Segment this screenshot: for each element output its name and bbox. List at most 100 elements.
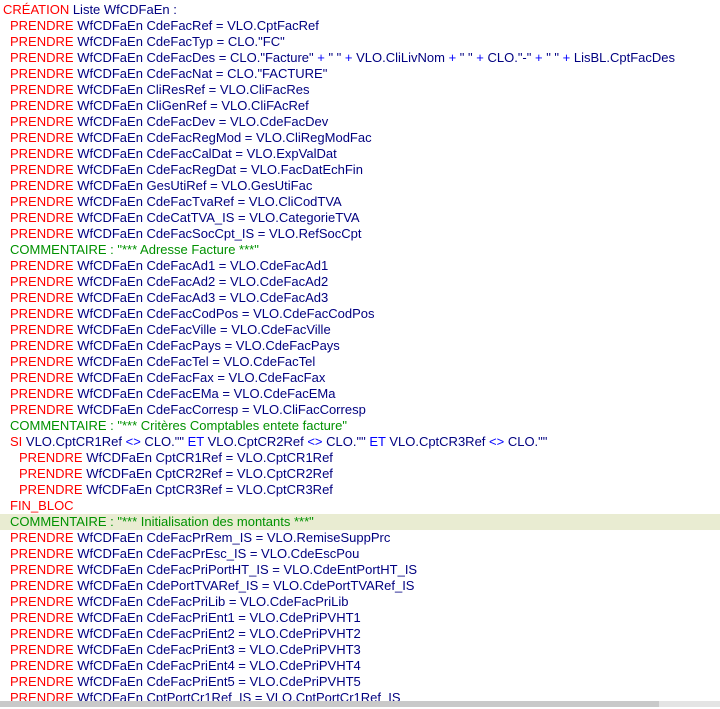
code-line[interactable]: PRENDRE WfCDFaEn CdeFacPriEnt5 = VLO.Cde… <box>0 674 720 690</box>
code-segment-keyword: PRENDRE <box>10 386 74 401</box>
code-line[interactable]: PRENDRE WfCDFaEn CdeFacRegMod = VLO.CliR… <box>0 130 720 146</box>
code-line[interactable]: PRENDRE WfCDFaEn CdeFacTyp = CLO."FC" <box>0 34 720 50</box>
code-segment-keyword: PRENDRE <box>10 626 74 641</box>
code-segment-keyword: PRENDRE <box>10 338 74 353</box>
code-segment-keyword: FIN_BLOC <box>10 498 74 513</box>
code-segment-keyword: PRENDRE <box>10 82 74 97</box>
code-segment-body: WfCDFaEn CdeFacPriLib = VLO.CdeFacPriLib <box>74 594 349 609</box>
code-line[interactable]: PRENDRE WfCDFaEn CdeFacPriEnt4 = VLO.Cde… <box>0 658 720 674</box>
code-line[interactable]: PRENDRE WfCDFaEn CdeCatTVA_IS = VLO.Cate… <box>0 210 720 226</box>
code-line[interactable]: PRENDRE WfCDFaEn CdeFacPrRem_IS = VLO.Re… <box>0 530 720 546</box>
code-segment-keyword: PRENDRE <box>10 354 74 369</box>
code-line[interactable]: PRENDRE WfCDFaEn CdeFacSocCpt_IS = VLO.R… <box>0 226 720 242</box>
code-line[interactable]: PRENDRE WfCDFaEn CdeFacPriLib = VLO.CdeF… <box>0 594 720 610</box>
code-segment-keyword: PRENDRE <box>10 594 74 609</box>
code-segment-operator: <> <box>126 434 141 449</box>
code-segment-body: " " <box>325 50 345 65</box>
code-segment-body: WfCDFaEn CdeFacPriEnt5 = VLO.CdePriPVHT5 <box>74 674 361 689</box>
code-line[interactable]: COMMENTAIRE : "*** Adresse Facture ***" <box>0 242 720 258</box>
code-segment-body: CLO."" <box>504 434 547 449</box>
code-segment-body: WfCDFaEn CdeFacPriPortHT_IS = VLO.CdeEnt… <box>74 562 418 577</box>
code-line[interactable]: PRENDRE WfCDFaEn GesUtiRef = VLO.GesUtiF… <box>0 178 720 194</box>
code-segment-keyword: PRENDRE <box>10 578 74 593</box>
code-line[interactable]: PRENDRE WfCDFaEn CdeFacCodPos = VLO.CdeF… <box>0 306 720 322</box>
code-segment-comment: COMMENTAIRE : "*** Adresse Facture ***" <box>10 242 259 257</box>
code-segment-keyword: PRENDRE <box>10 546 74 561</box>
code-segment-body: WfCDFaEn CdePortTVARef_IS = VLO.CdePortT… <box>74 578 415 593</box>
code-segment-keyword: PRENDRE <box>10 146 74 161</box>
code-segment-keyword: PRENDRE <box>10 258 74 273</box>
code-segment-body: WfCDFaEn CdeFacCodPos = VLO.CdeFacCodPos <box>74 306 375 321</box>
code-segment-body: WfCDFaEn CptCR3Ref = VLO.CptCR3Ref <box>83 482 333 497</box>
code-segment-body: VLO.CptCR1Ref <box>22 434 125 449</box>
code-line[interactable]: PRENDRE WfCDFaEn CdeFacPrEsc_IS = VLO.Cd… <box>0 546 720 562</box>
code-line-selected[interactable]: COMMENTAIRE : "*** Initialisation des mo… <box>0 514 720 530</box>
code-segment-body: WfCDFaEn CptCR2Ref = VLO.CptCR2Ref <box>83 466 333 481</box>
code-line[interactable]: PRENDRE WfCDFaEn CdePortTVARef_IS = VLO.… <box>0 578 720 594</box>
code-segment-keyword: PRENDRE <box>10 66 74 81</box>
code-line[interactable]: PRENDRE WfCDFaEn CdeFacFax = VLO.CdeFacF… <box>0 370 720 386</box>
code-line[interactable]: PRENDRE WfCDFaEn CdeFacTel = VLO.CdeFacT… <box>0 354 720 370</box>
code-line[interactable]: PRENDRE WfCDFaEn CdeFacDev = VLO.CdeFacD… <box>0 114 720 130</box>
code-line[interactable]: PRENDRE WfCDFaEn CliResRef = VLO.CliFacR… <box>0 82 720 98</box>
code-line[interactable]: PRENDRE WfCDFaEn CdeFacPriEnt2 = VLO.Cde… <box>0 626 720 642</box>
code-line[interactable]: PRENDRE WfCDFaEn CdeFacCalDat = VLO.ExpV… <box>0 146 720 162</box>
code-line[interactable]: PRENDRE WfCDFaEn CdeFacPriPortHT_IS = VL… <box>0 562 720 578</box>
code-segment-keyword: PRENDRE <box>19 482 83 497</box>
code-line[interactable]: PRENDRE WfCDFaEn CdeFacRef = VLO.CptFacR… <box>0 18 720 34</box>
code-segment-body: CLO."-" <box>484 50 535 65</box>
code-segment-body: WfCDFaEn CdeFacPriEnt2 = VLO.CdePriPVHT2 <box>74 626 361 641</box>
code-line[interactable]: SI VLO.CptCR1Ref <> CLO."" ET VLO.CptCR2… <box>0 434 720 450</box>
code-segment-keyword: PRENDRE <box>10 642 74 657</box>
code-segment-comment: COMMENTAIRE : "*** Critères Comptables e… <box>10 418 347 433</box>
code-line[interactable]: PRENDRE WfCDFaEn CdeFacEMa = VLO.CdeFacE… <box>0 386 720 402</box>
code-line[interactable]: PRENDRE WfCDFaEn CdeFacPriEnt3 = VLO.Cde… <box>0 642 720 658</box>
code-segment-keyword: PRENDRE <box>10 658 74 673</box>
code-segment-body: WfCDFaEn CdeFacVille = VLO.CdeFacVille <box>74 322 331 337</box>
code-segment-body: WfCDFaEn CdeFacDes = CLO."Facture" <box>74 50 318 65</box>
code-segment-body: WfCDFaEn GesUtiRef = VLO.GesUtiFac <box>74 178 313 193</box>
code-line[interactable]: PRENDRE WfCDFaEn CdeFacPays = VLO.CdeFac… <box>0 338 720 354</box>
code-line[interactable]: PRENDRE WfCDFaEn CdeFacAd3 = VLO.CdeFacA… <box>0 290 720 306</box>
code-segment-body: WfCDFaEn CliResRef = VLO.CliFacRes <box>74 82 310 97</box>
code-line[interactable]: CRÉATION Liste WfCDFaEn : <box>0 2 720 18</box>
code-segment-keyword: PRENDRE <box>10 562 74 577</box>
code-segment-keyword: PRENDRE <box>10 18 74 33</box>
code-line[interactable]: PRENDRE WfCDFaEn CdeFacRegDat = VLO.FacD… <box>0 162 720 178</box>
code-line[interactable]: PRENDRE WfCDFaEn CdeFacDes = CLO."Factur… <box>0 50 720 66</box>
code-line[interactable]: PRENDRE WfCDFaEn CdeFacNat = CLO."FACTUR… <box>0 66 720 82</box>
code-segment-body: Liste WfCDFaEn : <box>69 2 177 17</box>
code-segment-body: WfCDFaEn CdeFacRegDat = VLO.FacDatEchFin <box>74 162 363 177</box>
code-segment-body: " " <box>543 50 563 65</box>
code-segment-keyword: PRENDRE <box>19 450 83 465</box>
code-segment-body: WfCDFaEn CptCR1Ref = VLO.CptCR1Ref <box>83 450 333 465</box>
horizontal-scrollbar-track[interactable] <box>659 701 720 707</box>
code-segment-comment: COMMENTAIRE : "*** Initialisation des mo… <box>10 514 314 529</box>
code-line[interactable]: PRENDRE WfCDFaEn CdeFacTvaRef = VLO.CliC… <box>0 194 720 210</box>
code-segment-body: WfCDFaEn CdeFacAd2 = VLO.CdeFacAd2 <box>74 274 329 289</box>
code-segment-body: WfCDFaEn CdeFacPays = VLO.CdeFacPays <box>74 338 340 353</box>
horizontal-scrollbar[interactable] <box>0 701 720 707</box>
code-line[interactable]: PRENDRE WfCDFaEn CdeFacCorresp = VLO.Cli… <box>0 402 720 418</box>
code-segment-keyword: CRÉATION <box>3 2 69 17</box>
code-line[interactable]: PRENDRE WfCDFaEn CptCR3Ref = VLO.CptCR3R… <box>0 482 720 498</box>
code-line[interactable]: PRENDRE WfCDFaEn CdeFacPriEnt1 = VLO.Cde… <box>0 610 720 626</box>
code-segment-body: WfCDFaEn CdeFacDev = VLO.CdeFacDev <box>74 114 329 129</box>
code-segment-operator: ET <box>369 434 385 449</box>
code-segment-body: CLO."" <box>323 434 370 449</box>
code-line[interactable]: PRENDRE WfCDFaEn CptCR2Ref = VLO.CptCR2R… <box>0 466 720 482</box>
code-line[interactable]: PRENDRE WfCDFaEn CdeFacAd2 = VLO.CdeFacA… <box>0 274 720 290</box>
code-line[interactable]: FIN_BLOC <box>0 498 720 514</box>
code-segment-body: VLO.CptCR2Ref <box>204 434 307 449</box>
code-segment-body: " " <box>456 50 476 65</box>
code-segment-body: WfCDFaEn CdeFacRef = VLO.CptFacRef <box>74 18 319 33</box>
code-segment-body: WfCDFaEn CdeFacPriEnt4 = VLO.CdePriPVHT4 <box>74 658 361 673</box>
code-segment-keyword: PRENDRE <box>10 530 74 545</box>
code-segment-body: WfCDFaEn CdeFacRegMod = VLO.CliRegModFac <box>74 130 372 145</box>
code-line[interactable]: PRENDRE WfCDFaEn CptCR1Ref = VLO.CptCR1R… <box>0 450 720 466</box>
code-line[interactable]: PRENDRE WfCDFaEn CdeFacAd1 = VLO.CdeFacA… <box>0 258 720 274</box>
code-line[interactable]: PRENDRE WfCDFaEn CliGenRef = VLO.CliFAcR… <box>0 98 720 114</box>
code-line[interactable]: PRENDRE WfCDFaEn CdeFacVille = VLO.CdeFa… <box>0 322 720 338</box>
horizontal-scrollbar-thumb[interactable] <box>0 701 659 707</box>
code-line[interactable]: COMMENTAIRE : "*** Critères Comptables e… <box>0 418 720 434</box>
